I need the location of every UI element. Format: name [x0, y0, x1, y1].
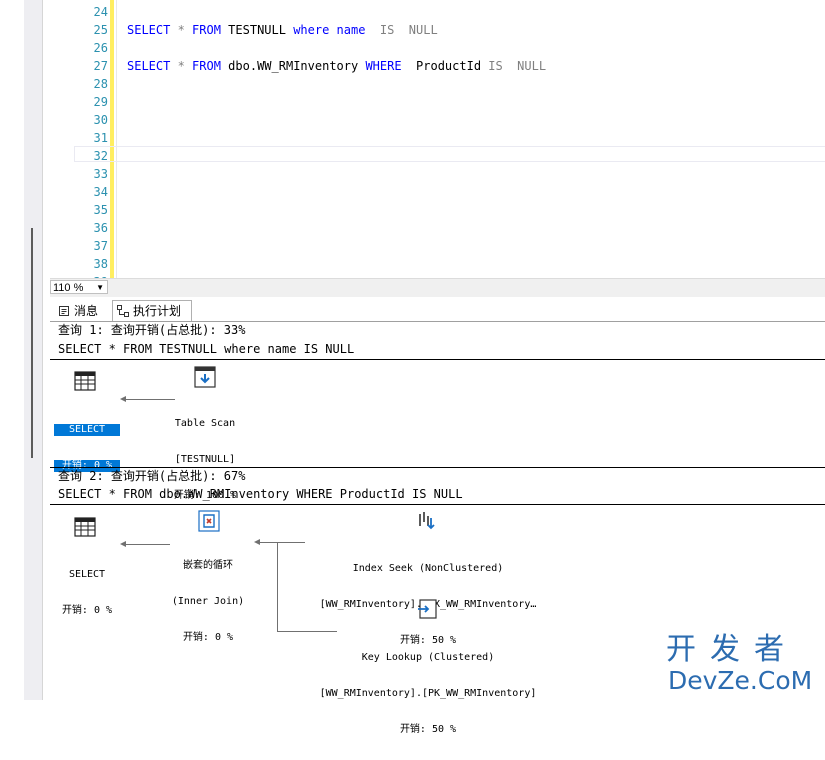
code-token: where [293, 23, 330, 37]
code-line-25[interactable]: SELECT * FROM TESTNULL where name IS NUL… [127, 23, 438, 37]
code-token: WHERE [365, 59, 402, 73]
key-lookup-cost: 开销: 50 % [399, 724, 457, 735]
code-token: NULL [394, 23, 438, 37]
code-token: dbo.WW_RMInventory [220, 59, 366, 73]
code-token: name [329, 23, 380, 37]
flow-connector [259, 542, 305, 543]
code-token: IS [379, 23, 395, 37]
line-number: 36 [93, 221, 108, 235]
key-lookup-icon[interactable] [416, 598, 438, 620]
flow-connector [277, 542, 278, 632]
sql-editor[interactable]: 24252627282930313233343536373839 SELECT … [50, 0, 825, 278]
query2-select-label: SELECT [68, 569, 106, 580]
line-number: 38 [93, 257, 108, 271]
zoom-dropdown[interactable]: 110 % ▼ [50, 280, 108, 294]
code-token: NULL [502, 59, 547, 73]
nested-loops-name: 嵌套的循环 [183, 560, 233, 571]
code-token: TESTNULL [220, 23, 294, 37]
table-scan-node[interactable]: Table Scan [TESTNULL] 开销: 100 % [162, 394, 248, 526]
query2-divider [50, 504, 825, 505]
line-number: 33 [93, 167, 108, 181]
watermark-en: DevZe.CoM [668, 666, 813, 695]
query2-select-cost: 开销: 0 % [61, 605, 113, 616]
key-lookup-name: Key Lookup (Clustered) [361, 652, 495, 663]
nested-loops-type: (Inner Join) [171, 596, 245, 607]
code-token: * [170, 23, 193, 37]
code-token: FROM [192, 59, 221, 73]
select-operator-icon[interactable] [74, 370, 96, 392]
table-scan-name: Table Scan [174, 418, 236, 429]
tab-plan-label: 执行计划 [133, 304, 182, 318]
editor-status-bar: 110 % ▼ [50, 278, 825, 297]
query2-header: 查询 2: 查询开销(占总批): 67% [58, 469, 246, 483]
line-number: 29 [93, 95, 108, 109]
line-number: 37 [93, 239, 108, 253]
code-token: FROM [192, 23, 221, 37]
results-tab-bar: 消息 执行计划 [50, 297, 825, 322]
nested-loops-icon[interactable] [198, 510, 220, 532]
query1-divider [50, 359, 825, 360]
query2-select-node[interactable]: SELECT 开销: 0 % [54, 545, 120, 641]
line-number-gutter: 24252627282930313233343536373839 [50, 0, 108, 278]
watermark-cn: 开发者 [666, 632, 798, 667]
line-number: 30 [93, 113, 108, 127]
index-seek-name: Index Seek (NonClustered) [352, 563, 504, 574]
table-scan-object: [TESTNULL] [174, 454, 236, 465]
nested-loops-node[interactable]: 嵌套的循环 (Inner Join) 开销: 0 % [162, 536, 254, 668]
line-number: 26 [93, 41, 108, 55]
code-token: SELECT [127, 23, 171, 37]
tab-messages-label: 消息 [74, 303, 99, 318]
site-watermark: 开发者 DevZe.CoM [666, 632, 822, 698]
index-seek-icon[interactable] [416, 510, 438, 532]
code-token: ProductId [401, 59, 489, 73]
line-number: 31 [93, 131, 108, 145]
messages-icon [59, 305, 69, 316]
key-lookup-object: [WW_RMInventory].[PK_WW_RMInventory] [319, 688, 537, 699]
select-operator-icon[interactable] [74, 516, 96, 538]
chevron-down-icon[interactable]: ▼ [96, 281, 104, 295]
left-panel-strip [0, 0, 24, 700]
left-scroll-thumb[interactable] [31, 228, 33, 458]
line-number: 34 [93, 185, 108, 199]
code-token: IS [488, 59, 503, 73]
code-area[interactable]: SELECT * FROM TESTNULL where name IS NUL… [116, 0, 825, 278]
current-line-highlight [74, 146, 825, 162]
query1-sql: SELECT * FROM TESTNULL where name IS NUL… [58, 342, 355, 356]
table-scan-icon[interactable] [194, 366, 216, 388]
key-lookup-node[interactable]: Key Lookup (Clustered) [WW_RMInventory].… [306, 628, 550, 760]
code-line-27[interactable]: SELECT * FROM dbo.WW_RMInventory WHERE P… [127, 59, 546, 73]
query1-header: 查询 1: 查询开销(占总批): 33% [58, 323, 246, 337]
tab-execution-plan[interactable]: 执行计划 [112, 300, 192, 321]
line-number: 24 [93, 5, 108, 19]
left-scroll-track[interactable] [24, 0, 43, 700]
line-number: 35 [93, 203, 108, 217]
line-number: 28 [93, 77, 108, 91]
code-token: * [170, 59, 193, 73]
line-number: 27 [93, 59, 108, 73]
line-number: 25 [93, 23, 108, 37]
tab-messages[interactable]: 消息 [54, 300, 110, 321]
execution-plan-icon [117, 305, 129, 317]
change-tracking-margin [110, 0, 114, 278]
query1-select-label: SELECT [54, 424, 120, 436]
nested-loops-cost: 开销: 0 % [182, 632, 234, 643]
code-token: SELECT [127, 59, 171, 73]
query2-sql: SELECT * FROM dbo.WW_RMInventory WHERE P… [58, 487, 463, 501]
zoom-value: 110 % [53, 282, 84, 294]
